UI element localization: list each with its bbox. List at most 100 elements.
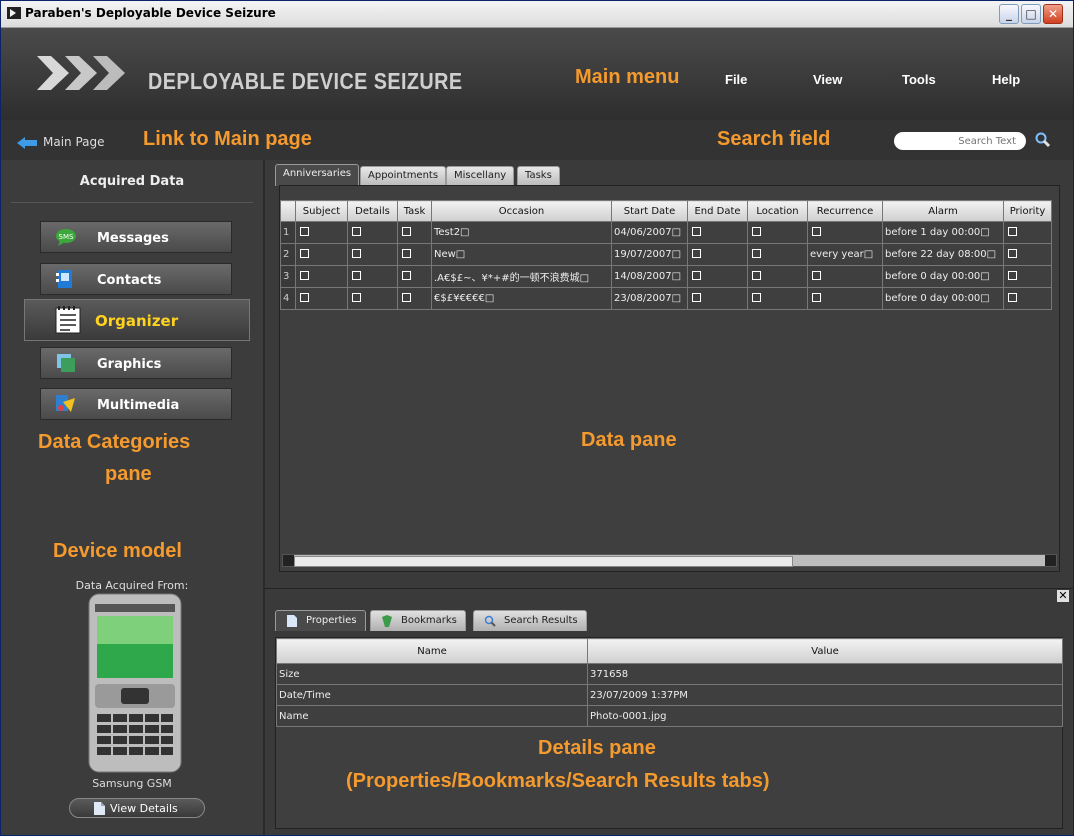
row-number: 4 bbox=[280, 287, 296, 310]
window-title: Paraben's Deployable Device Seizure bbox=[25, 6, 276, 20]
cell: before 0 day 00:00□ bbox=[882, 287, 1004, 310]
menu-view[interactable]: View bbox=[813, 72, 842, 87]
menu-tools[interactable]: Tools bbox=[902, 72, 936, 87]
category-graphics[interactable]: Graphics bbox=[40, 347, 232, 379]
category-label: Messages bbox=[97, 231, 169, 246]
cell bbox=[687, 243, 748, 266]
cell bbox=[397, 287, 432, 310]
view-details-label: View Details bbox=[110, 802, 178, 815]
app-window: Paraben's Deployable Device Seizure _ □ … bbox=[0, 0, 1074, 836]
row-number: 2 bbox=[280, 243, 296, 266]
tab-properties[interactable]: Properties bbox=[275, 610, 366, 631]
cell: before 22 day 08:00□ bbox=[882, 243, 1004, 266]
category-contacts[interactable]: Contacts bbox=[40, 263, 232, 295]
table-row[interactable]: 2 New□ 19/07/2007□ every year□ before 22… bbox=[280, 243, 1052, 266]
table-row[interactable]: Name Photo-0001.jpg bbox=[276, 705, 1063, 727]
tab-label: Properties bbox=[306, 615, 357, 626]
nav-bar: Main Page Link to Main page Search field bbox=[1, 120, 1073, 160]
cell bbox=[747, 287, 808, 310]
pane-splitter[interactable]: ✕ bbox=[265, 588, 1073, 604]
search-icon[interactable] bbox=[1035, 132, 1051, 148]
annotation-search-field: Search field bbox=[717, 128, 831, 150]
menu-file[interactable]: File bbox=[725, 72, 747, 87]
annotation-link-main: Link to Main page bbox=[143, 128, 312, 150]
horizontal-scrollbar[interactable] bbox=[282, 554, 1057, 567]
view-details-button[interactable]: View Details bbox=[69, 798, 205, 818]
cell bbox=[687, 265, 748, 288]
column-header[interactable]: Name bbox=[276, 638, 588, 664]
bookmarks-icon bbox=[382, 615, 392, 627]
column-header[interactable]: Start Date bbox=[611, 200, 688, 222]
table-row[interactable]: Date/Time 23/07/2009 1:37PM bbox=[276, 684, 1063, 706]
graphics-icon bbox=[57, 354, 75, 372]
divider bbox=[11, 202, 253, 203]
annotation-main-menu: Main menu bbox=[575, 66, 680, 88]
properties-table-wrap: Name Value Size 371658 Date/Time 23/07/2… bbox=[275, 637, 1063, 829]
row-number: 3 bbox=[280, 265, 296, 288]
tab-appointments[interactable]: Appointments bbox=[360, 166, 447, 185]
table-row[interactable]: 4 €$£¥€€€€□ 23/08/2007□ before 0 day 00:… bbox=[280, 287, 1052, 310]
table-row[interactable]: 1 Test2□ 04/06/2007□ before 1 day 00:00□ bbox=[280, 221, 1052, 244]
cell bbox=[747, 243, 808, 266]
table-header: Subject Details Task Occasion Start Date… bbox=[280, 200, 1052, 222]
maximize-button[interactable]: □ bbox=[1021, 4, 1041, 24]
property-value: Photo-0001.jpg bbox=[587, 705, 1063, 727]
tab-bookmarks[interactable]: Bookmarks bbox=[370, 610, 466, 631]
annotation-device-model: Device model bbox=[53, 540, 182, 562]
search-input[interactable] bbox=[894, 132, 1026, 150]
cell: €$£¥€€€€□ bbox=[431, 287, 612, 310]
column-header[interactable]: Alarm bbox=[882, 200, 1004, 222]
category-multimedia[interactable]: Multimedia bbox=[40, 388, 232, 420]
category-label: Multimedia bbox=[97, 398, 180, 413]
table-row[interactable]: Size 371658 bbox=[276, 663, 1063, 685]
column-header[interactable]: Task bbox=[397, 200, 432, 222]
cell: 04/06/2007□ bbox=[611, 221, 688, 244]
column-header[interactable]: Location bbox=[747, 200, 808, 222]
cell: every year□ bbox=[807, 243, 883, 266]
search-results-icon bbox=[484, 615, 496, 627]
cell bbox=[1003, 265, 1052, 288]
tab-tasks[interactable]: Tasks bbox=[517, 166, 560, 185]
cell bbox=[295, 243, 348, 266]
cell bbox=[747, 265, 808, 288]
multimedia-icon bbox=[56, 395, 75, 412]
column-header[interactable]: Occasion bbox=[431, 200, 612, 222]
tab-miscellany[interactable]: Miscellany bbox=[446, 166, 515, 185]
category-messages[interactable]: SMS Messages bbox=[40, 221, 232, 253]
scroll-left-icon[interactable] bbox=[283, 555, 294, 566]
table-row[interactable]: 3 .A€$£~、¥*+#的一顿不浪费城□ 14/08/2007□ before… bbox=[280, 265, 1052, 288]
column-header[interactable]: Value bbox=[587, 638, 1063, 664]
cell bbox=[295, 221, 348, 244]
property-name: Date/Time bbox=[276, 684, 588, 706]
tab-search-results[interactable]: Search Results bbox=[473, 610, 587, 631]
annotation-pane: pane bbox=[105, 463, 152, 485]
minimize-button[interactable]: _ bbox=[999, 4, 1019, 24]
back-arrow-icon[interactable] bbox=[17, 137, 37, 149]
sms-icon: SMS bbox=[56, 229, 76, 246]
column-header[interactable]: Subject bbox=[295, 200, 348, 222]
cell: New□ bbox=[431, 243, 612, 266]
column-header[interactable]: Priority bbox=[1003, 200, 1052, 222]
menu-help[interactable]: Help bbox=[992, 72, 1020, 87]
close-icon[interactable]: ✕ bbox=[1057, 590, 1069, 602]
category-organizer[interactable]: Organizer bbox=[24, 299, 250, 341]
acquired-data-title: Acquired Data bbox=[79, 174, 185, 189]
tab-anniversaries[interactable]: Anniversaries bbox=[275, 164, 360, 186]
property-value: 23/07/2009 1:37PM bbox=[587, 684, 1063, 706]
main-page-link[interactable]: Main Page bbox=[43, 135, 105, 149]
row-number: 1 bbox=[280, 221, 296, 244]
column-header[interactable]: Recurrence bbox=[807, 200, 883, 222]
column-header[interactable]: End Date bbox=[687, 200, 748, 222]
cell: 23/08/2007□ bbox=[611, 287, 688, 310]
cell bbox=[397, 221, 432, 244]
property-name: Name bbox=[276, 705, 588, 727]
app-icon bbox=[7, 7, 21, 19]
scroll-thumb[interactable] bbox=[294, 556, 793, 567]
cell: before 1 day 00:00□ bbox=[882, 221, 1004, 244]
data-pane: Anniversaries Appointments Miscellany Ta… bbox=[265, 160, 1073, 580]
scroll-right-icon[interactable] bbox=[1045, 555, 1056, 566]
organizer-table: Subject Details Task Occasion Start Date… bbox=[280, 200, 1052, 310]
svg-text:SMS: SMS bbox=[59, 233, 74, 241]
column-header[interactable]: Details bbox=[347, 200, 398, 222]
close-button[interactable]: ✕ bbox=[1043, 4, 1063, 24]
